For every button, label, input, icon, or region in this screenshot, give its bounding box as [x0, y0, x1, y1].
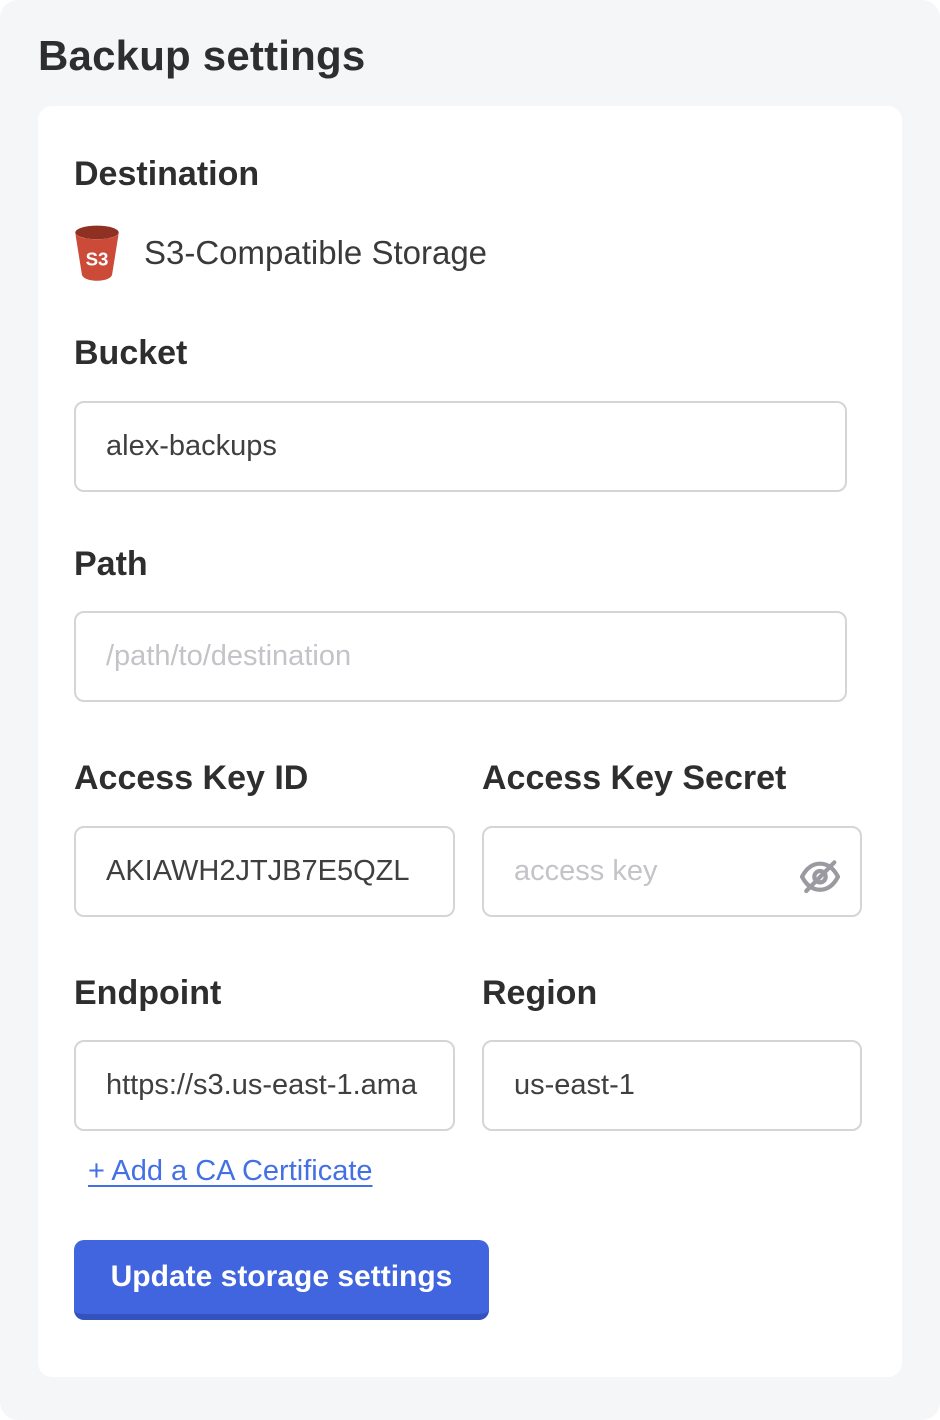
bucket-label: Bucket	[74, 335, 862, 372]
endpoint-region-row: Endpoint Region	[74, 975, 862, 1131]
bucket-input[interactable]	[74, 401, 847, 492]
backup-settings-card: Destination S3 S3-Compatible Storage Buc…	[38, 106, 902, 1377]
destination-label: Destination	[74, 156, 862, 193]
page-title: Backup settings	[0, 0, 940, 80]
add-ca-certificate-link[interactable]: + Add a CA Certificate	[88, 1155, 373, 1188]
toggle-secret-visibility-button[interactable]	[796, 854, 844, 902]
s3-bucket-icon: S3	[74, 225, 120, 281]
region-column: Region	[482, 975, 862, 1131]
access-key-id-label: Access Key ID	[74, 760, 455, 797]
destination-row: S3 S3-Compatible Storage	[74, 225, 862, 281]
endpoint-column: Endpoint	[74, 975, 455, 1131]
backup-settings-page: Backup settings Destination S3 S3-Compat…	[0, 0, 940, 1420]
path-label: Path	[74, 546, 862, 583]
svg-text:S3: S3	[86, 249, 109, 270]
path-input[interactable]	[74, 611, 847, 702]
access-key-id-column: Access Key ID	[74, 760, 455, 916]
region-label: Region	[482, 975, 862, 1012]
access-key-secret-column: Access Key Secret	[482, 760, 862, 916]
access-key-row: Access Key ID Access Key Secret	[74, 760, 862, 916]
access-key-secret-label: Access Key Secret	[482, 760, 862, 797]
endpoint-label: Endpoint	[74, 975, 455, 1012]
destination-value: S3-Compatible Storage	[144, 234, 487, 272]
region-input[interactable]	[482, 1040, 862, 1131]
update-storage-settings-button[interactable]: Update storage settings	[74, 1240, 489, 1320]
access-key-id-input[interactable]	[74, 826, 455, 917]
eye-off-icon	[798, 886, 842, 901]
endpoint-input[interactable]	[74, 1040, 455, 1131]
